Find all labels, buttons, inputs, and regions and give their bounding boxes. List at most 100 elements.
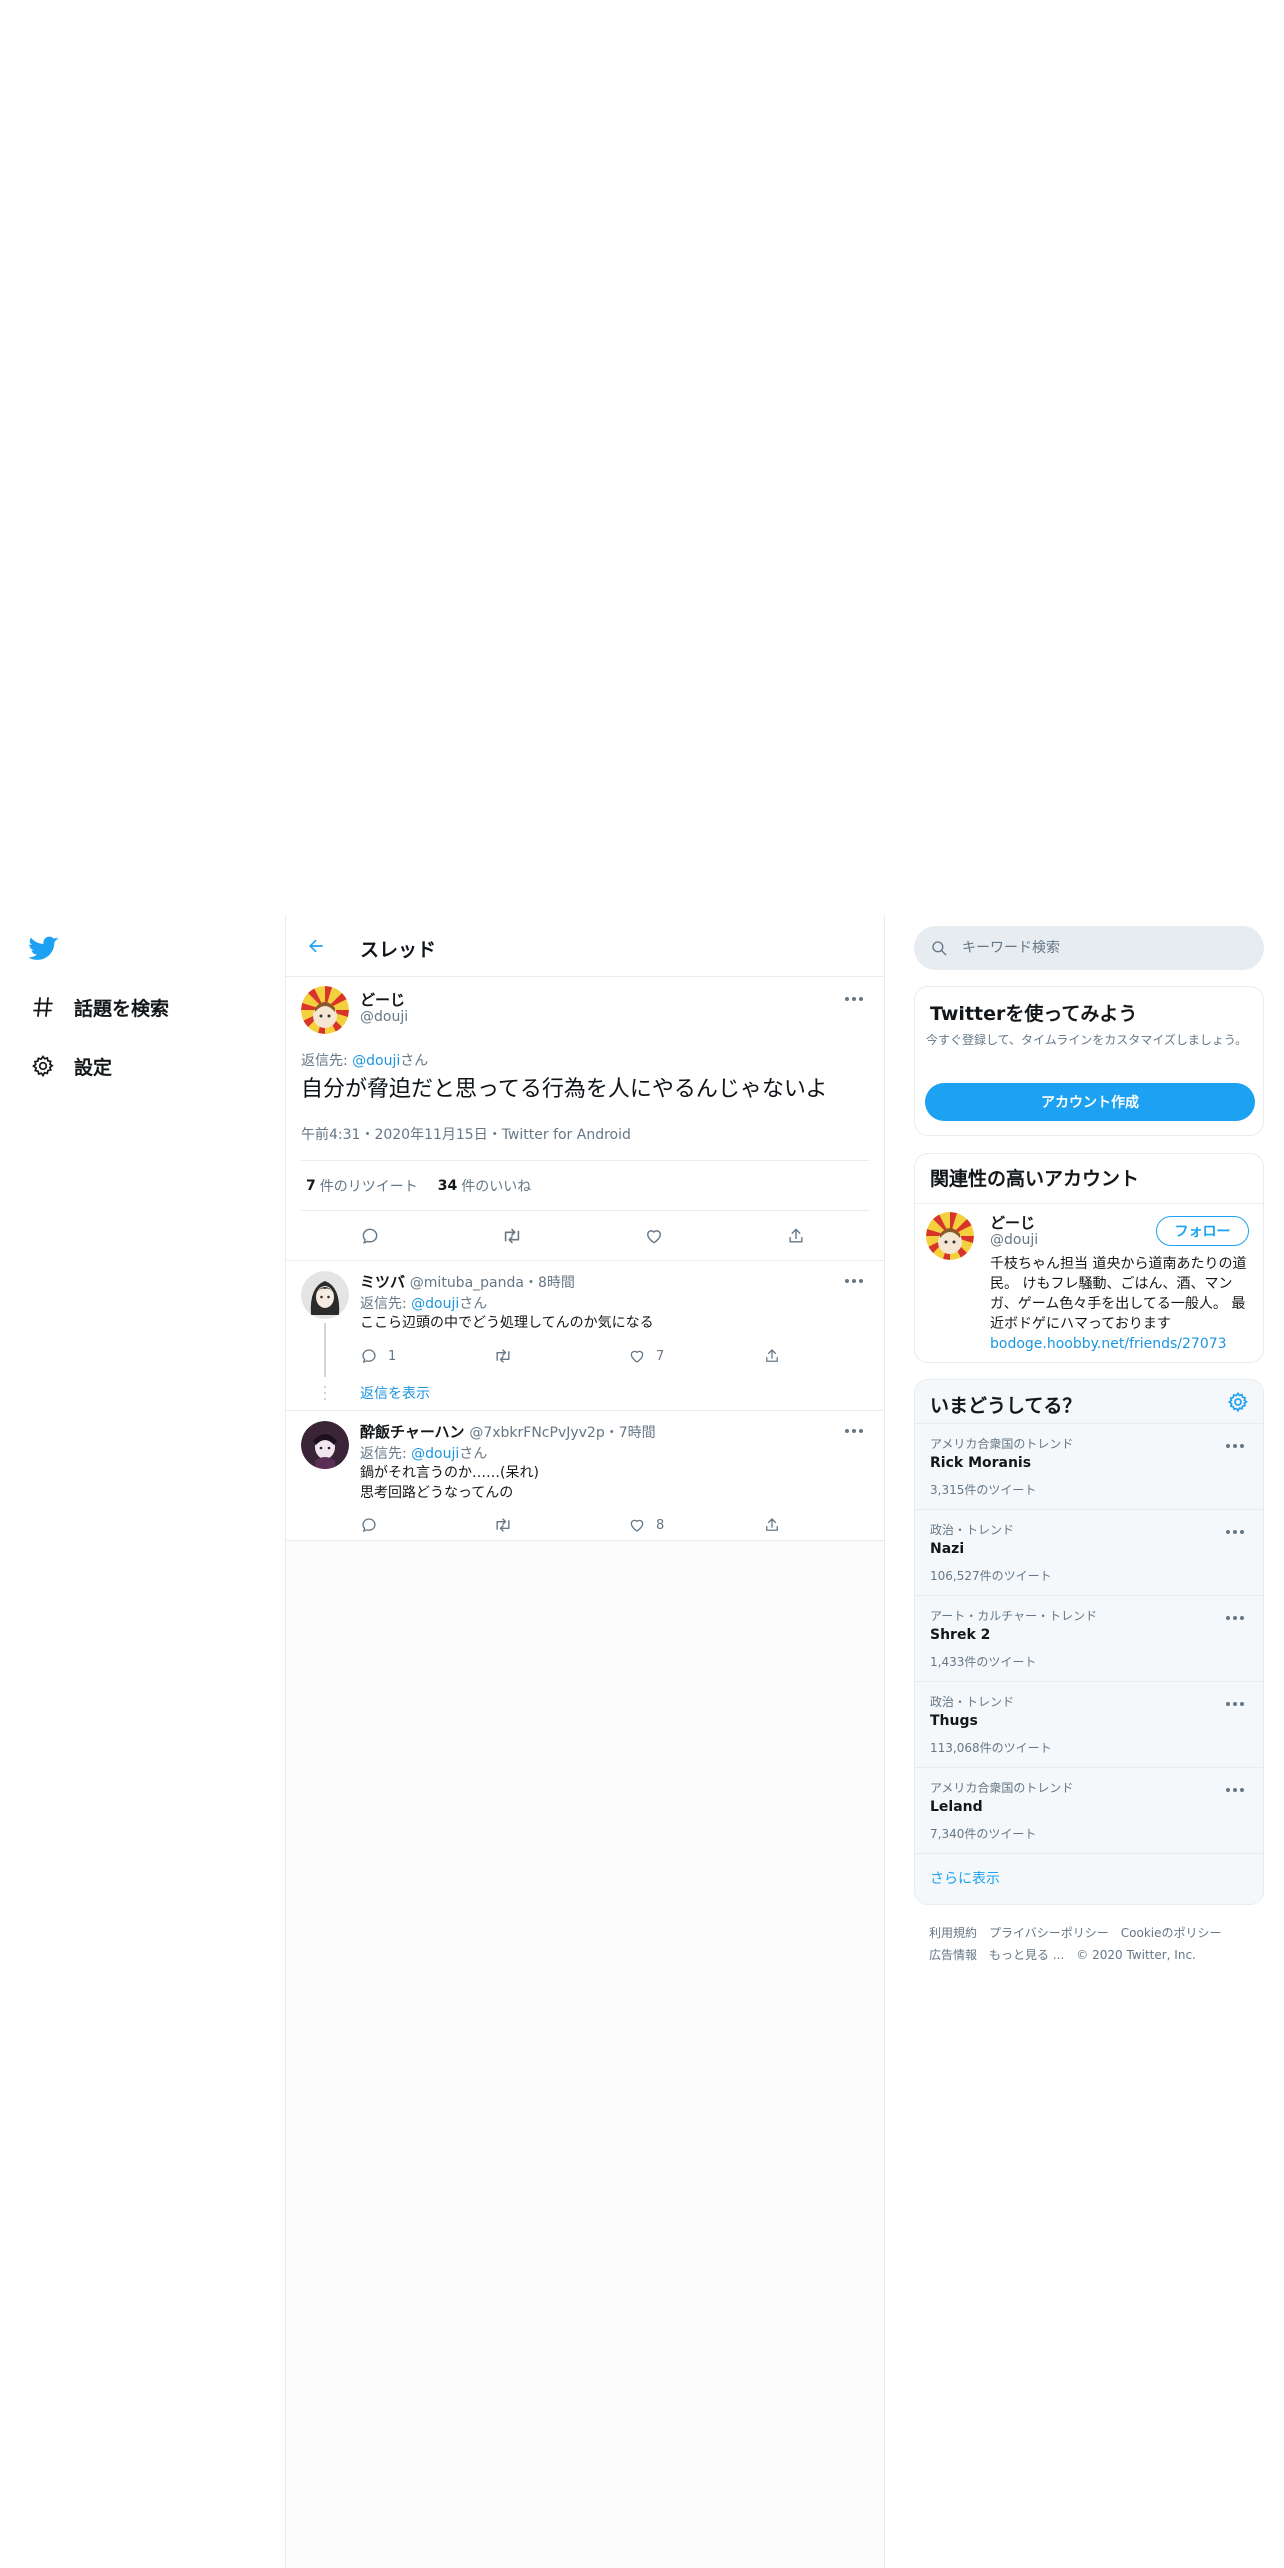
tweet-action-bar: 1 7 — [360, 1344, 820, 1368]
reply-button[interactable]: 1 — [360, 1344, 396, 1368]
nav-settings-label: 設定 — [74, 1056, 113, 1079]
footer-link-terms[interactable]: 利用規約 — [929, 1926, 977, 1940]
retweet-count[interactable]: 7 — [306, 1178, 316, 1194]
trend-more-button[interactable] — [1221, 1780, 1249, 1800]
retweet-count-label[interactable]: 件のリツイート — [320, 1176, 418, 1196]
retweet-button[interactable] — [493, 1513, 523, 1537]
reply-tweet[interactable]: ミツバ @mituba_panda・8時間 返信先: @doujiさん ここら辺… — [286, 1261, 884, 1411]
reply-to-line: 返信先: @doujiさん — [360, 1293, 487, 1313]
more-options-button[interactable] — [840, 989, 868, 1009]
like-button[interactable]: 8 — [628, 1513, 664, 1537]
reply-icon — [362, 1228, 378, 1244]
retweet-button[interactable] — [499, 1223, 525, 1249]
author-handle[interactable]: @mituba_panda — [410, 1275, 524, 1291]
tweet-action-bar — [301, 1211, 869, 1261]
tweet-text: 鍋がそれ言うのか……(呆れ) 思考回路どうなってんの — [360, 1463, 539, 1503]
twitter-logo-icon[interactable] — [28, 936, 61, 968]
trend-more-button[interactable] — [1221, 1522, 1249, 1542]
related-account-handle[interactable]: @douji — [990, 1232, 1038, 1248]
trend-more-button[interactable] — [1221, 1436, 1249, 1456]
signup-card: Twitterを使ってみよう 今すぐ登録して、タイムラインをカスタマイズしましょ… — [914, 986, 1264, 1136]
avatar[interactable] — [301, 1271, 349, 1319]
footer-link-cookies[interactable]: Cookieのポリシー — [1121, 1926, 1222, 1940]
trends-title: いまどうしてる？ — [930, 1395, 1082, 1417]
bio-link[interactable]: bodoge.hoobby.net/friends/27073 — [990, 1336, 1227, 1352]
footer-link-privacy[interactable]: プライバシーポリシー — [989, 1926, 1109, 1940]
trend-item[interactable]: アメリカ合衆国のトレンド Leland 7,340件のツイート — [915, 1767, 1263, 1853]
author-handle[interactable]: @7xbkrFNcPvJyv2p — [469, 1425, 604, 1441]
follow-button[interactable]: フォロー — [1156, 1216, 1249, 1246]
reply-to-mention[interactable]: @douji — [352, 1053, 400, 1069]
trend-item[interactable]: 政治・トレンド Thugs 113,068件のツイート — [915, 1681, 1263, 1767]
reply-to-mention[interactable]: @douji — [411, 1296, 459, 1312]
tweet-text-line: 思考回路どうなってんの — [360, 1485, 514, 1501]
share-icon — [766, 1518, 778, 1531]
search-box[interactable] — [914, 926, 1264, 970]
related-account-row[interactable]: どーじ @douji フォロー 千枝ちゃん担当 道央から道南あたりの道民。 けも… — [915, 1203, 1263, 1362]
heart-icon — [647, 1230, 661, 1244]
trend-more-button[interactable] — [1221, 1694, 1249, 1714]
author-name[interactable]: どーじ — [360, 989, 405, 1010]
like-count-label[interactable]: 件のいいね — [461, 1176, 531, 1196]
focal-tweet: どーじ @douji 返信先: @doujiさん 自分が脅迫だと思ってる行為を人… — [286, 977, 884, 1261]
trend-item[interactable]: アート・カルチャー・トレンド Shrek 2 1,433件のツイート — [915, 1595, 1263, 1681]
nav-explore[interactable]: 話題を検索 — [29, 989, 169, 1025]
retweet-icon — [504, 1228, 520, 1244]
trend-item[interactable]: 政治・トレンド Nazi 106,527件のツイート — [915, 1509, 1263, 1595]
author-name[interactable]: ミツバ — [360, 1273, 405, 1291]
heart-icon — [630, 1519, 644, 1532]
related-account-name[interactable]: どーじ — [990, 1212, 1035, 1233]
sidebar: Twitterを使ってみよう 今すぐ登録して、タイムラインをカスタマイズしましょ… — [914, 916, 1264, 2568]
more-options-button[interactable] — [840, 1271, 868, 1291]
arrow-left-icon — [309, 939, 323, 953]
reply-to-mention[interactable]: @douji — [411, 1446, 459, 1462]
trend-name: Nazi — [930, 1541, 965, 1557]
tweet-text: 自分が脅迫だと思ってる行為を人にやるんじゃないよ — [301, 1077, 828, 1102]
author-name[interactable]: 酔飯チャーハン — [360, 1423, 465, 1441]
nav-explore-label: 話題を検索 — [74, 997, 170, 1020]
trend-tweet-count: 113,068件のツイート — [930, 1741, 1052, 1755]
like-count[interactable]: 34 — [438, 1178, 457, 1194]
related-accounts-title: 関連性の高いアカウント — [930, 1168, 1140, 1190]
trend-item[interactable]: アメリカ合衆国のトレンド Rick Moranis 3,315件のツイート — [915, 1423, 1263, 1509]
show-more-trends-link[interactable]: さらに表示 — [930, 1868, 1000, 1888]
retweet-icon — [496, 1518, 510, 1532]
related-accounts-card: 関連性の高いアカウント どーじ @douji フォロー 千枝ちゃん担当 道央から… — [914, 1153, 1264, 1363]
share-button[interactable] — [783, 1223, 809, 1249]
reply-icon — [362, 1349, 376, 1364]
back-button[interactable] — [300, 930, 332, 962]
tweet-action-bar: 8 — [360, 1513, 820, 1537]
reply-button[interactable] — [357, 1223, 383, 1249]
like-button[interactable]: 7 — [628, 1344, 664, 1368]
search-input[interactable] — [962, 940, 1242, 956]
share-button[interactable] — [763, 1513, 781, 1537]
thread-header: スレッド — [286, 916, 884, 977]
like-button[interactable] — [641, 1223, 667, 1249]
tweet-time[interactable]: ・8時間 — [524, 1275, 575, 1291]
avatar[interactable] — [926, 1212, 974, 1260]
hashtag-icon — [29, 993, 57, 1021]
tweet-timestamp[interactable]: 午前4:31・2020年11月15日・Twitter for Android — [301, 1124, 631, 1144]
avatar[interactable] — [301, 1421, 349, 1469]
reply-button[interactable] — [360, 1513, 388, 1537]
show-replies-link[interactable]: 返信を表示 — [360, 1383, 430, 1403]
retweet-button[interactable] — [493, 1344, 523, 1368]
more-options-button[interactable] — [840, 1421, 868, 1441]
avatar[interactable] — [301, 986, 349, 1034]
tweet-time[interactable]: ・7時間 — [605, 1425, 656, 1441]
author-handle[interactable]: @douji — [360, 1009, 408, 1025]
tweet-stats: 7 件のリツイート 34 件のいいね — [301, 1160, 869, 1211]
nav-settings[interactable]: 設定 — [29, 1048, 112, 1084]
reply-to-line: 返信先: @doujiさん — [360, 1443, 487, 1463]
footer-link-ads[interactable]: 広告情報 — [929, 1948, 977, 1962]
trend-context: 政治・トレンド — [930, 1695, 1015, 1709]
share-button[interactable] — [763, 1344, 781, 1368]
reply-to-prefix: 返信先: — [360, 1446, 412, 1462]
trend-more-button[interactable] — [1221, 1608, 1249, 1628]
footer-link-more[interactable]: もっと見る ... — [989, 1948, 1064, 1962]
page-title: スレッド — [360, 939, 437, 961]
bio-text: 千枝ちゃん担当 道央から道南あたりの道民。 けもフレ騒動、ごはん、酒、マンガ、ゲ… — [990, 1256, 1247, 1332]
reply-tweet[interactable]: 酔飯チャーハン @7xbkrFNcPvJyv2p・7時間 返信先: @douji… — [286, 1411, 884, 1541]
trends-settings-gear-icon[interactable] — [1227, 1391, 1251, 1415]
create-account-button[interactable]: アカウント作成 — [925, 1083, 1255, 1121]
